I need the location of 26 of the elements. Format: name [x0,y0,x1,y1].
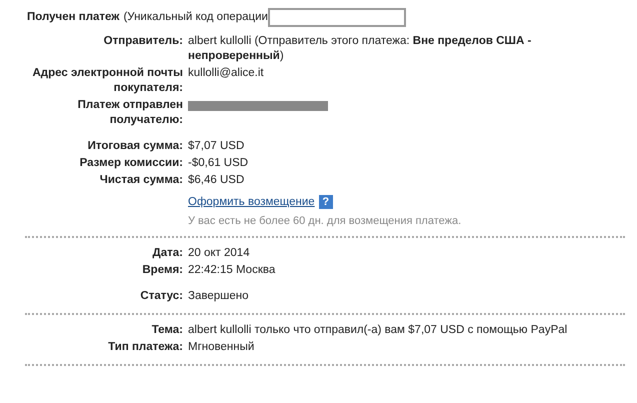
field-label: Размер комиссии: [78,156,183,171]
field-label: Тема: [150,323,183,338]
field-value: -$0,61 USD [188,156,250,171]
field-label: Дата: [152,246,183,261]
refund-link[interactable]: Оформить возмещение [188,196,315,208]
field-label: Адрес электронной почты покупателя: [31,66,183,96]
field-value: $7,07 USD [188,139,246,154]
field-label: Тип платежа: [107,340,183,355]
field-label: Платеж отправлен получателю: [76,98,183,128]
field-label: Чистая сумма: [98,173,183,188]
payment-title: Получен платеж [27,11,120,23]
field-value: albert kullolli только что отправил(-а) вам $7,07 USD с помощью PayPal [188,323,568,338]
field-label: Время: [141,263,183,278]
operation-code-label: (Уникальный код операции [123,11,268,23]
field-value: Мгновенный [188,340,256,355]
help-icon[interactable]: ? [318,195,333,209]
field-value: 20 окт 2014 [188,246,251,261]
field-value: $6,46 USD [188,173,246,188]
field-label: Отправитель: [102,34,183,49]
field-value: kullolli@alice.it [188,66,265,81]
field-value: 22:42:15 Москва [188,263,276,278]
refund-note: У вас есть не более 60 дн. для возмещения платежа. [188,215,462,227]
field-label: Итоговая сумма: [86,139,183,154]
field-label: Статус: [139,289,183,304]
field-value: Завершено [188,289,250,304]
field-value: albert kullolli (Отправитель этого платежа: Вне пределов США - непроверенный) [188,34,532,64]
